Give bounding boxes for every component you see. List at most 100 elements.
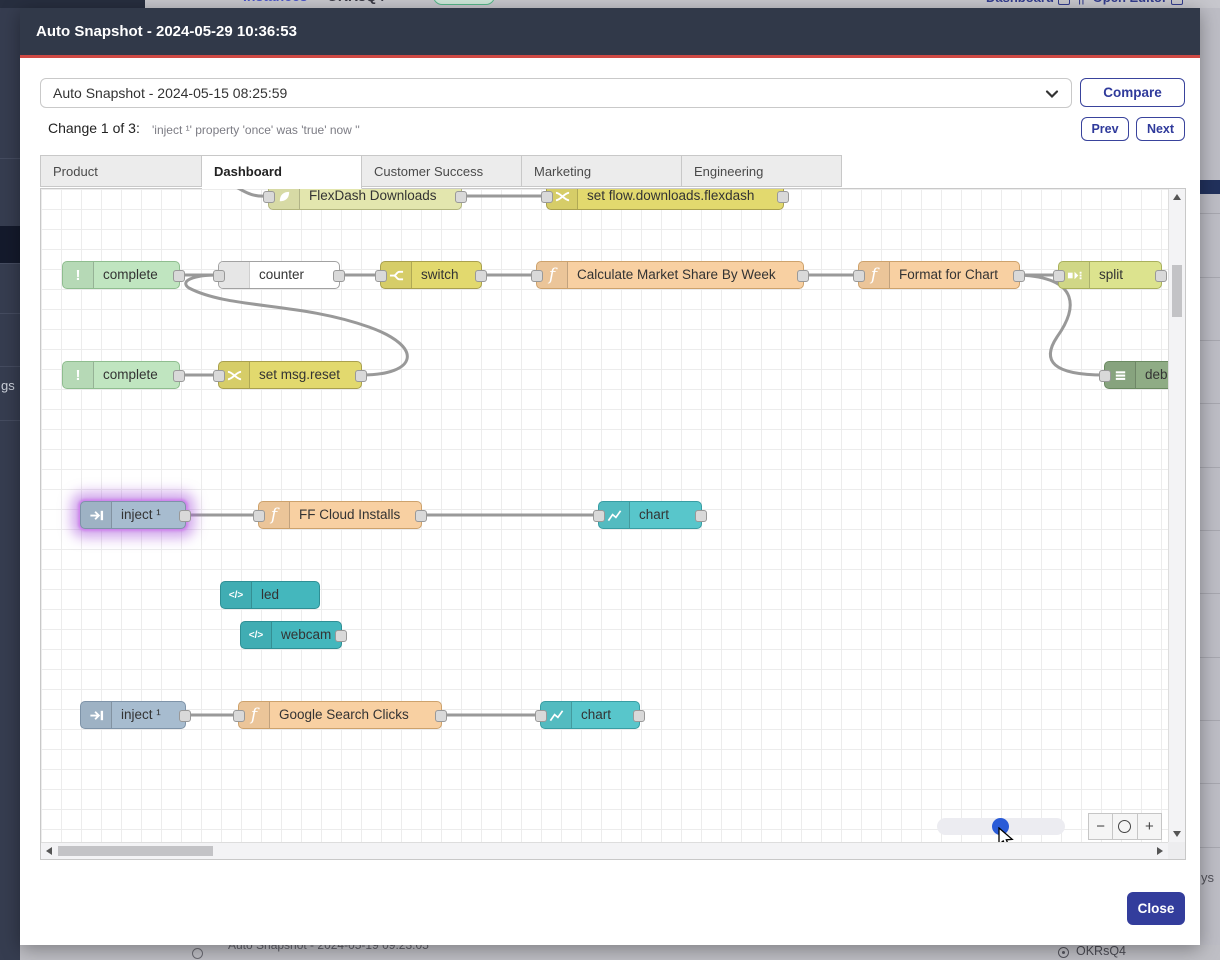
background-right-panel: ys xyxy=(1200,8,1220,960)
zoom-reset-button[interactable] xyxy=(1113,814,1137,839)
port[interactable] xyxy=(535,710,547,722)
port[interactable] xyxy=(435,710,447,722)
port[interactable] xyxy=(213,270,225,282)
code-icon: </> xyxy=(221,582,252,608)
modal-title: Auto Snapshot - 2024-05-29 10:36:53 xyxy=(36,8,297,55)
node-split[interactable]: split xyxy=(1058,261,1162,289)
scroll-left-arrow[interactable] xyxy=(46,847,52,855)
exclamation-icon: ! xyxy=(63,362,94,388)
node-chart-1[interactable]: chart xyxy=(598,501,702,529)
node-complete-1[interactable]: ! complete xyxy=(62,261,180,289)
port[interactable] xyxy=(233,710,245,722)
horizontal-scrollbar[interactable] xyxy=(41,842,1168,859)
port[interactable] xyxy=(475,270,487,282)
scroll-down-arrow[interactable] xyxy=(1173,831,1181,837)
chevron-down-icon xyxy=(1045,88,1059,100)
port[interactable] xyxy=(375,270,387,282)
dashboard-link[interactable]: Dashboard xyxy=(986,0,1070,5)
open-editor-link[interactable]: Open Editor xyxy=(1093,0,1183,5)
node-webcam[interactable]: </> webcam xyxy=(240,621,342,649)
port[interactable] xyxy=(335,630,347,642)
node-label: webcam xyxy=(272,622,341,648)
node-set-msg-reset[interactable]: set msg.reset xyxy=(218,361,362,389)
port[interactable] xyxy=(253,510,265,522)
wire xyxy=(224,189,267,196)
port[interactable] xyxy=(1013,270,1025,282)
port[interactable] xyxy=(593,510,605,522)
tab-product[interactable]: Product xyxy=(40,155,202,187)
node-label: inject ¹ xyxy=(112,502,171,528)
node-calculate-market-share[interactable]: f Calculate Market Share By Week xyxy=(536,261,804,289)
table-row-divider xyxy=(1200,403,1220,404)
node-inject-2[interactable]: inject ¹ xyxy=(80,701,186,729)
port[interactable] xyxy=(179,710,191,722)
port[interactable] xyxy=(1099,370,1111,382)
vertical-scrollbar-thumb[interactable] xyxy=(1172,265,1182,317)
port[interactable] xyxy=(213,370,225,382)
exclamation-icon: ! xyxy=(63,262,94,288)
node-counter[interactable]: counter xyxy=(218,261,340,289)
sidebar-active-item[interactable] xyxy=(0,226,20,263)
scroll-up-arrow[interactable] xyxy=(1173,194,1181,200)
scroll-right-arrow[interactable] xyxy=(1157,847,1163,855)
node-debug[interactable]: debug xyxy=(1104,361,1168,389)
node-ff-cloud-installs[interactable]: f FF Cloud Installs xyxy=(258,501,422,529)
prev-change-button[interactable]: Prev xyxy=(1081,117,1129,141)
compare-button[interactable]: Compare xyxy=(1080,78,1185,107)
port[interactable] xyxy=(777,191,789,203)
tab-customer-success[interactable]: Customer Success xyxy=(362,155,522,187)
clock-icon xyxy=(192,948,203,959)
tab-marketing[interactable]: Marketing xyxy=(522,155,682,187)
node-switch[interactable]: switch xyxy=(380,261,482,289)
flow-canvas[interactable]: FlexDash Downloads set flow.downloads.fl… xyxy=(41,189,1168,842)
port[interactable] xyxy=(455,191,467,203)
node-label: switch xyxy=(412,262,469,288)
sidebar-item-label-fragment[interactable]: gs xyxy=(1,378,15,393)
node-flexdash-downloads[interactable]: FlexDash Downloads xyxy=(268,189,462,210)
horizontal-scrollbar-thumb[interactable] xyxy=(58,846,213,856)
port[interactable] xyxy=(179,510,191,522)
port[interactable] xyxy=(173,270,185,282)
node-led[interactable]: </> led xyxy=(220,581,320,609)
flow-tabs: Product Dashboard Customer Success Marke… xyxy=(40,155,842,188)
background-bottom-row: Auto Snapshot - 2024-05-19 09:23:05 OKRs… xyxy=(20,945,1220,960)
node-label: Calculate Market Share By Week xyxy=(568,262,786,288)
nav-project-name: OKRsQ4 xyxy=(327,0,385,4)
node-chart-2[interactable]: chart xyxy=(540,701,640,729)
link-separator: || xyxy=(1078,0,1085,5)
port[interactable] xyxy=(797,270,809,282)
node-label: Format for Chart xyxy=(890,262,1008,288)
snapshot-compare-modal: Auto Snapshot - 2024-05-29 10:36:53 Auto… xyxy=(20,8,1200,945)
zoom-out-button[interactable]: − xyxy=(1089,814,1113,839)
zoom-in-button[interactable]: + xyxy=(1138,814,1161,839)
zoom-button-group: − + xyxy=(1088,813,1162,840)
table-row-divider xyxy=(1200,657,1220,658)
port[interactable] xyxy=(541,191,553,203)
port[interactable] xyxy=(531,270,543,282)
port[interactable] xyxy=(633,710,645,722)
nav-instances-link[interactable]: Instances xyxy=(243,0,308,4)
node-google-search-clicks[interactable]: f Google Search Clicks xyxy=(238,701,442,729)
port[interactable] xyxy=(1053,270,1065,282)
port[interactable] xyxy=(853,270,865,282)
snapshot-select[interactable]: Auto Snapshot - 2024-05-15 08:25:59 xyxy=(40,78,1072,108)
node-complete-2[interactable]: ! complete xyxy=(62,361,180,389)
port[interactable] xyxy=(333,270,345,282)
next-change-button[interactable]: Next xyxy=(1136,117,1185,141)
wire xyxy=(186,275,408,375)
port[interactable] xyxy=(1155,270,1167,282)
node-set-flow-downloads[interactable]: set flow.downloads.flexdash xyxy=(546,189,784,210)
tab-dashboard[interactable]: Dashboard xyxy=(202,155,362,189)
port[interactable] xyxy=(263,191,275,203)
sidebar-divider xyxy=(0,366,20,367)
port[interactable] xyxy=(695,510,707,522)
port[interactable] xyxy=(173,370,185,382)
external-link-icon xyxy=(1171,0,1183,5)
port[interactable] xyxy=(415,510,427,522)
vertical-scrollbar[interactable] xyxy=(1168,189,1185,842)
tab-engineering[interactable]: Engineering xyxy=(682,155,842,187)
close-button[interactable]: Close xyxy=(1127,892,1185,925)
port[interactable] xyxy=(355,370,367,382)
node-format-for-chart[interactable]: f Format for Chart xyxy=(858,261,1020,289)
node-inject-1[interactable]: inject ¹ xyxy=(80,501,186,529)
